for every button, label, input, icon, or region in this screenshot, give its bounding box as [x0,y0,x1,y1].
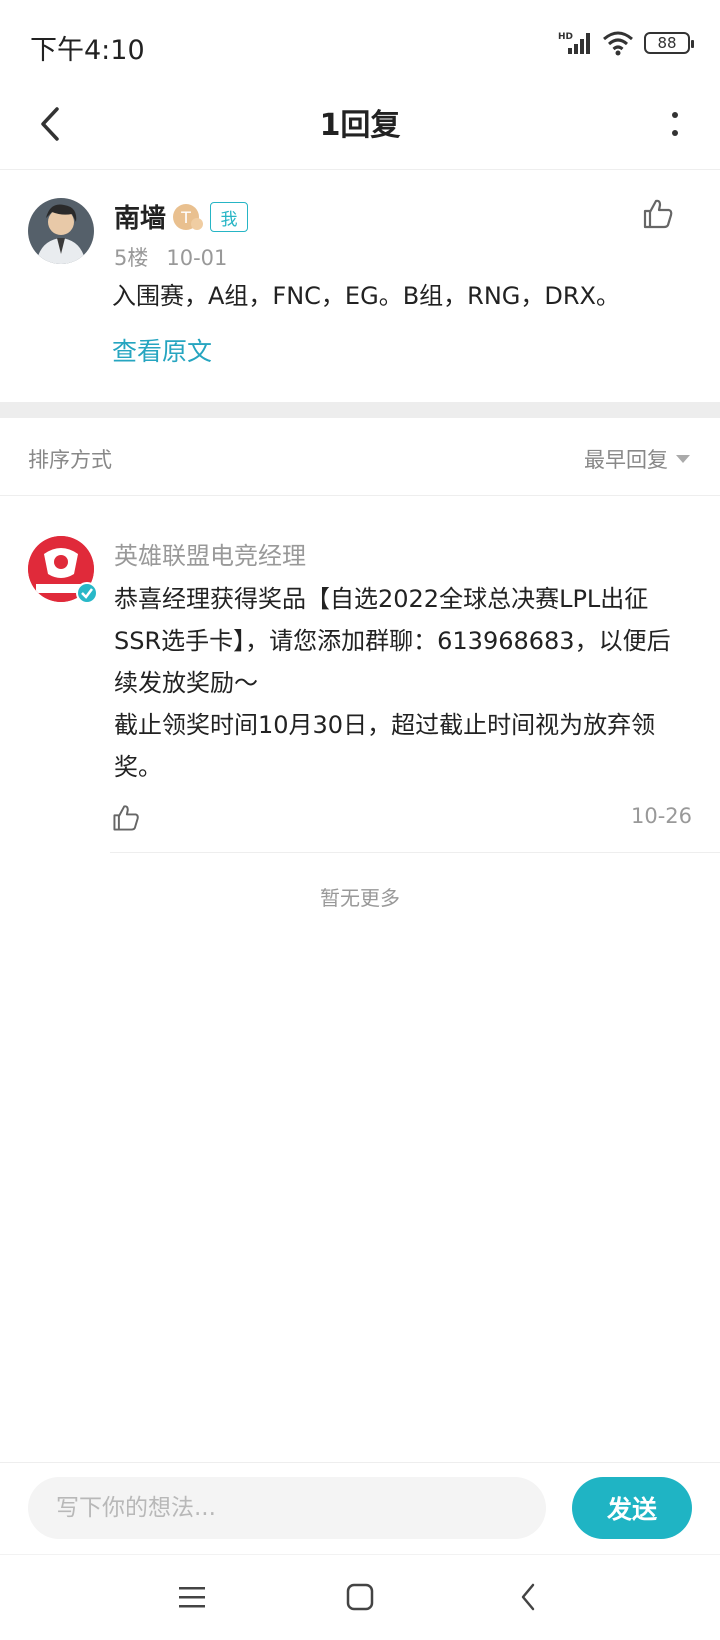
caret-down-icon [676,455,690,463]
reply-like-button[interactable] [110,802,142,834]
menu-icon [179,1587,205,1608]
more-vertical-icon [672,112,678,136]
no-more-text: 暂无更多 [320,886,400,910]
post-date: 10-01 [166,246,228,270]
menu-button[interactable] [170,1575,214,1619]
status-time: 下午4:10 [30,35,145,66]
section-divider [0,402,720,418]
home-square-icon [346,1583,374,1611]
me-badge: 我 [210,202,248,232]
post-content: 入围赛，A组，FNC，EG。B组，RNG，DRX。 [112,282,620,310]
sort-bar: 排序方式 最早回复 [0,418,720,496]
network-label: HD [558,32,573,42]
view-original-link[interactable]: 查看原文 [112,332,212,368]
back-chevron-icon [521,1583,535,1611]
nav-bar: 1回复 [0,80,720,170]
avatar-image [28,198,94,264]
level-badge-icon: T [173,204,203,230]
reply-content: 恭喜经理获得奖品【自选2022全球总决赛LPL出征SSR选手卡】，请您添加群聊：… [114,585,671,781]
comment-input[interactable] [28,1477,546,1539]
reply-avatar[interactable] [28,536,98,604]
level-badge-letter: T [180,208,191,227]
post-floor: 5楼 [114,246,149,270]
status-icons: HD 88 [558,30,694,56]
system-back-button[interactable] [506,1575,550,1619]
battery-indicator: 88 [644,32,694,54]
signal-icon: HD [558,32,590,54]
sort-selected: 最早回复 [584,448,668,472]
reply-item: 英雄联盟电竞经理 恭喜经理获得奖品【自选2022全球总决赛LPL出征SSR选手卡… [0,496,720,856]
thumbs-up-icon [113,805,139,831]
verified-icon [76,582,98,604]
post-author-name[interactable]: 南墙 [114,198,166,235]
page-title: 1回复 [319,108,401,143]
post-meta: 5楼 10-01 [114,242,227,272]
sort-dropdown[interactable]: 最早回复 [584,444,690,474]
post-like-button[interactable] [640,196,676,232]
home-button[interactable] [338,1575,382,1619]
thumbs-up-icon [643,199,673,229]
system-nav-bar [0,1554,720,1640]
more-button[interactable] [660,98,690,150]
wifi-icon [603,31,633,56]
original-post: 南墙 T 我 5楼 10-01 入围赛，A组，FNC，EG。B组，RNG，DRX。… [0,170,720,402]
comment-bar: 发送 [0,1462,720,1554]
status-bar: 下午4:10 HD 88 [0,0,720,90]
reply-author-name[interactable]: 英雄联盟电竞经理 [114,536,306,571]
send-button[interactable]: 发送 [572,1477,692,1539]
reply-divider [110,852,720,853]
sort-label: 排序方式 [28,448,112,472]
avatar[interactable] [28,198,94,264]
reply-date: 10-26 [630,804,692,828]
